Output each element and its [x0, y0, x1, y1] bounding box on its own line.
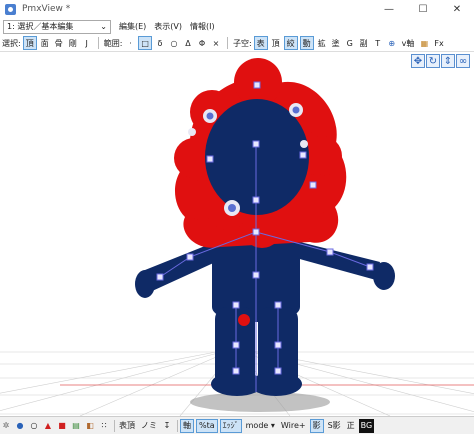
statusbar-divider [114, 419, 115, 432]
floor-shadow [190, 392, 330, 412]
link-view-icon[interactable]: ∞ [456, 54, 470, 68]
globe-icon[interactable]: ⊕ [386, 36, 398, 50]
select-label: 選択: [2, 38, 21, 48]
axis-paint-button[interactable]: 塗 [330, 36, 342, 50]
normals-toggle[interactable]: ノミ [139, 419, 159, 433]
range-triangle-button[interactable]: Δ [182, 36, 194, 50]
red-square-icon[interactable]: ■ [56, 419, 68, 433]
chevron-down-icon: ⌄ [100, 22, 107, 31]
surface-vertex-toggle[interactable]: 表頂 [117, 419, 137, 433]
fx-button[interactable]: Fx [432, 36, 445, 50]
texture-icon[interactable]: ▤ [70, 419, 82, 433]
view-tools: ✥ ↻ ⇕ ∞ [410, 54, 470, 68]
ortho-toggle[interactable]: 正 [345, 419, 357, 433]
wireframe-toggle[interactable]: Wire+ [279, 419, 308, 433]
window-controls: — ☐ ✕ [372, 0, 474, 18]
mode-select-value: 1: 選択／基本編集 [7, 22, 74, 31]
select-face-button[interactable]: 面 [39, 36, 51, 50]
gear-icon[interactable]: ✲ [0, 419, 12, 433]
range-circle-button[interactable]: ○ [168, 36, 180, 50]
maximize-button[interactable]: ☐ [406, 0, 440, 18]
shadow-icon[interactable]: 影 [309, 418, 324, 433]
menu-bar: 1: 選択／基本編集 ⌄ 編集(E) 表示(V) 情報(I) [0, 18, 474, 35]
background-toggle[interactable]: BG [358, 418, 375, 433]
axis-label: 子空: [232, 38, 252, 48]
grid-icon[interactable]: ▦ [418, 36, 430, 50]
select-bone-button[interactable]: 骨 [53, 36, 65, 50]
dots-icon[interactable]: ∷ [98, 419, 110, 433]
menu-info[interactable]: 情報(I) [190, 21, 215, 32]
toolbar-divider [226, 37, 228, 49]
select-joint-button[interactable]: J [81, 36, 93, 50]
status-bar: ✲ ● ○ ▲ ■ ▤ ◧ ∷ 表頂 ノミ ↧ 軸 %ta ｴｯｼﾞ mode … [0, 416, 474, 434]
range-dot-button[interactable]: · [124, 36, 136, 50]
move-view-icon[interactable]: ✥ [411, 54, 425, 68]
skin-icon[interactable]: ◧ [84, 419, 96, 433]
edge-toggle[interactable]: ｴｯｼﾞ [219, 418, 242, 433]
axis-surface-button[interactable]: 表 [253, 36, 268, 50]
sphere-icon[interactable]: ● [14, 419, 26, 433]
clear-range-button[interactable]: × [210, 36, 222, 50]
self-shadow-toggle[interactable]: S影 [326, 419, 343, 433]
render-mode-select[interactable]: mode ▾ [244, 419, 277, 433]
axis-sub-button[interactable]: 副 [358, 36, 370, 50]
app-icon [5, 3, 16, 15]
menu-edit[interactable]: 編集(E) [119, 21, 146, 32]
range-lasso-button[interactable]: δ [154, 36, 166, 50]
statusbar-divider [177, 419, 178, 432]
close-button[interactable]: ✕ [440, 0, 474, 18]
toolbar: 選択: 頂 面 骨 剛 J 範囲: · □ δ ○ Δ Φ × 子空: 表 頂 … [0, 35, 474, 52]
axis-vertex-button[interactable]: 頂 [270, 36, 282, 50]
select-vertex-button[interactable]: 頂 [22, 36, 37, 50]
v-axis-button[interactable]: v軸 [400, 36, 417, 50]
axis-group-button[interactable]: G [344, 36, 356, 50]
window-title: PmxView * [22, 4, 71, 14]
menu-view[interactable]: 表示(V) [154, 21, 182, 32]
range-phi-button[interactable]: Φ [196, 36, 208, 50]
range-label: 範囲: [103, 38, 123, 48]
circle-icon[interactable]: ○ [28, 419, 40, 433]
3d-viewport[interactable] [0, 52, 474, 416]
alpha-toggle[interactable]: %ta [196, 418, 218, 433]
axis-move-button[interactable]: 動 [299, 36, 314, 50]
rotate-view-icon[interactable]: ↻ [426, 54, 440, 68]
axis-scale-button[interactable]: 拡 [316, 36, 328, 50]
model-render [0, 58, 474, 416]
axis-narrow-button[interactable]: 絞 [283, 36, 298, 50]
ruler-icon[interactable]: ↧ [161, 419, 173, 433]
title-bar: PmxView * — ☐ ✕ [0, 0, 474, 18]
toolbar-divider [97, 37, 99, 49]
red-triangle-icon[interactable]: ▲ [42, 419, 54, 433]
axis-toggle[interactable]: 軸 [180, 418, 194, 433]
zoom-view-icon[interactable]: ⇕ [441, 54, 455, 68]
minimize-button[interactable]: — [372, 0, 406, 18]
select-rigid-button[interactable]: 剛 [67, 36, 79, 50]
range-rect-button[interactable]: □ [138, 36, 152, 50]
axis-t-button[interactable]: T [372, 36, 384, 50]
mode-select[interactable]: 1: 選択／基本編集 ⌄ [3, 19, 111, 34]
